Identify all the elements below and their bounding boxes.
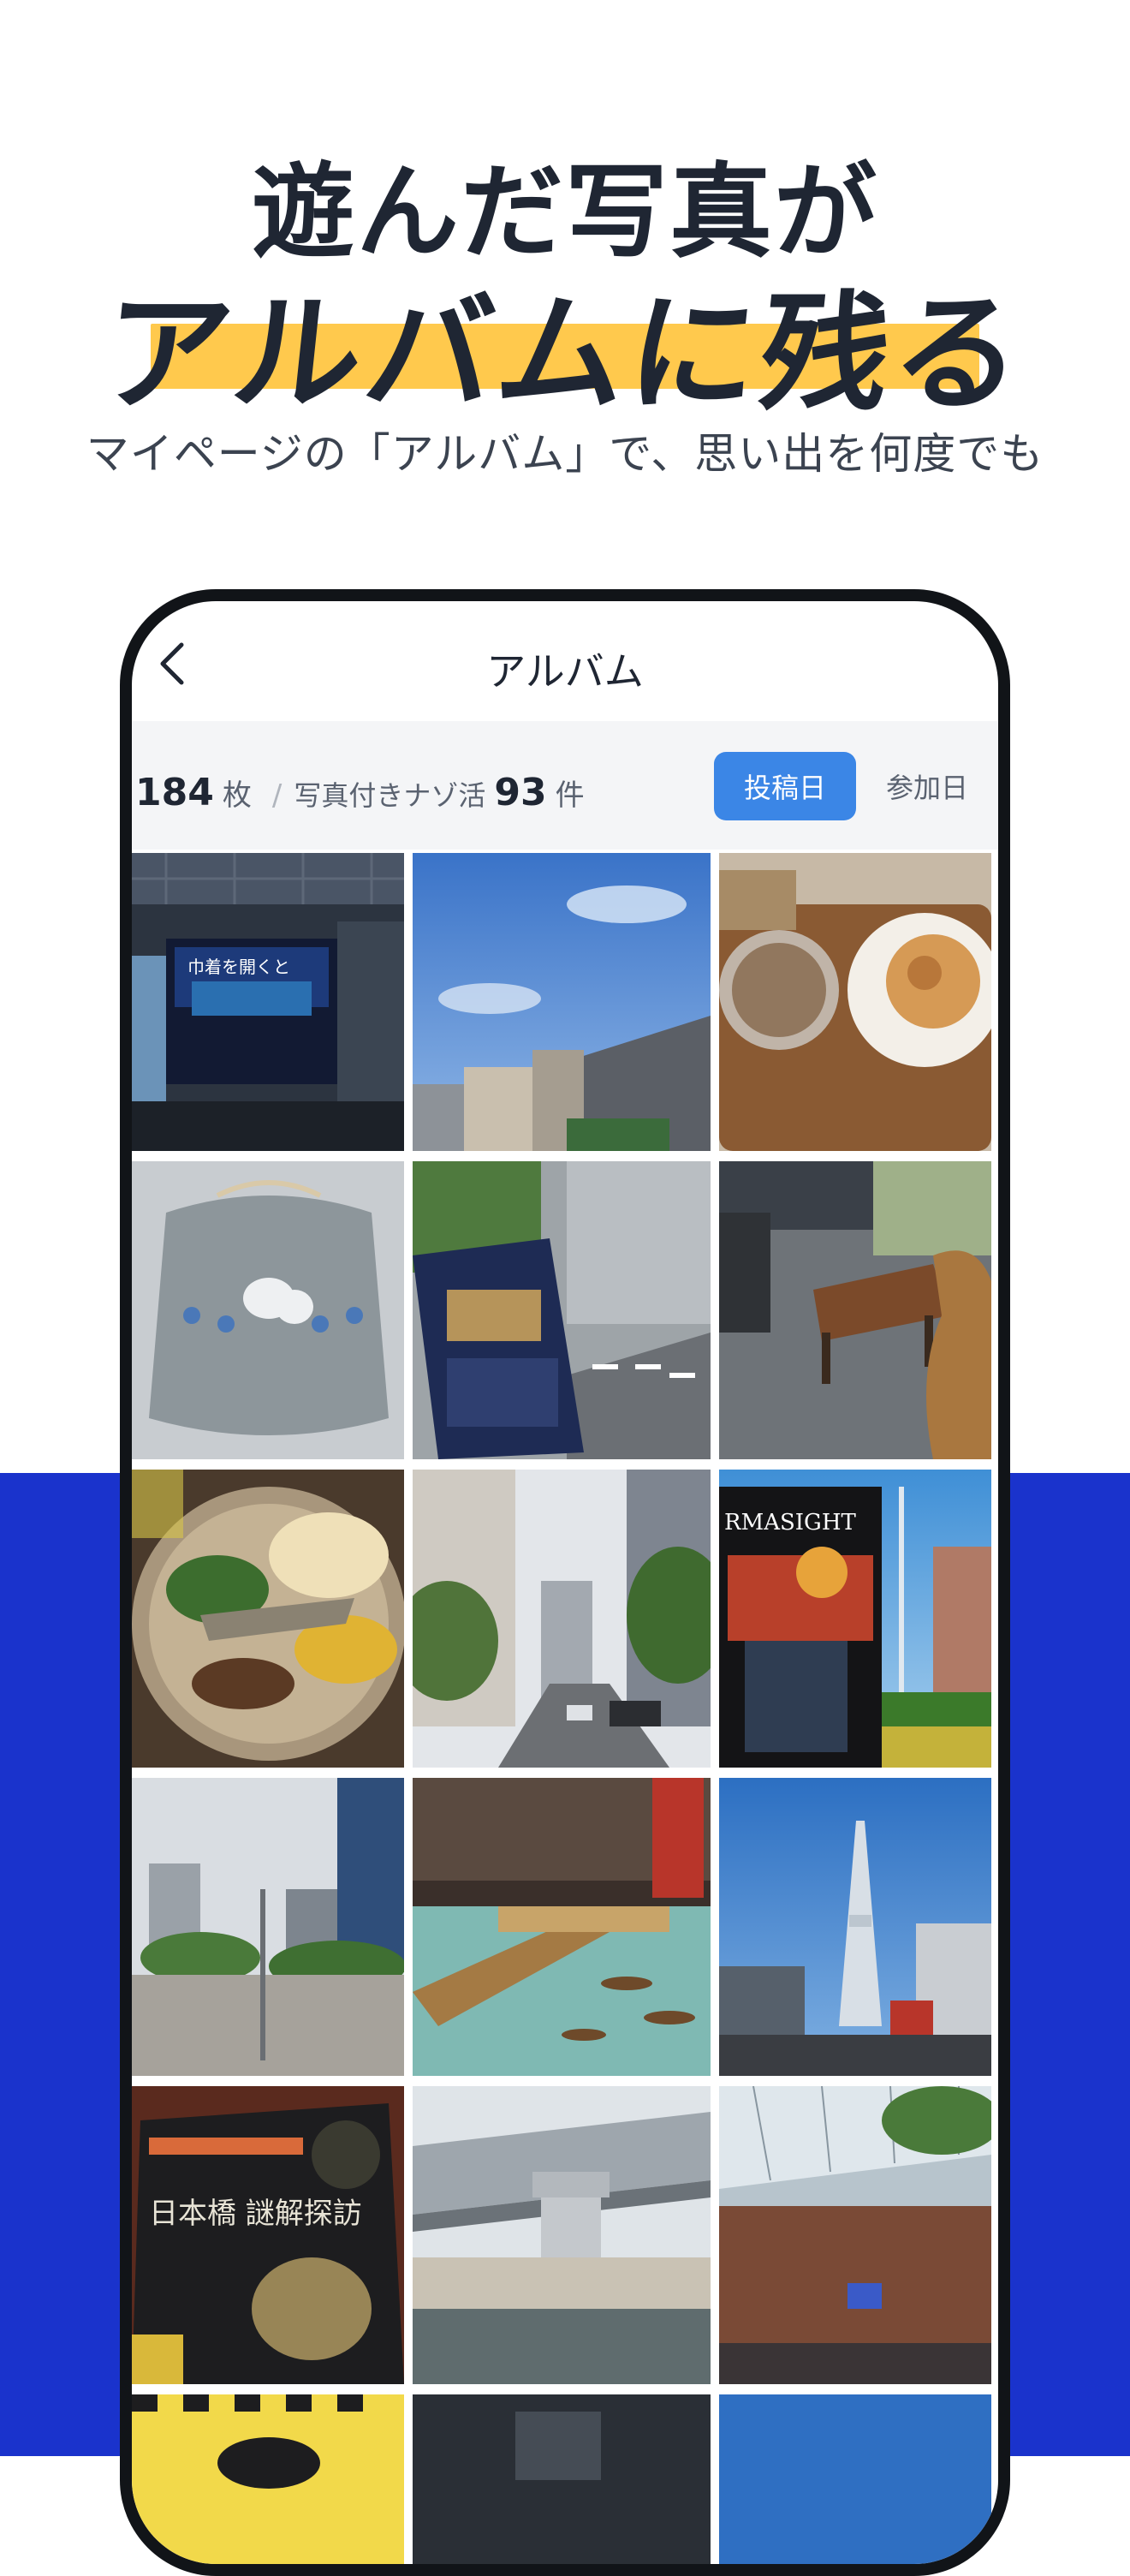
- photo-puzzle-booklet-street[interactable]: [413, 1161, 711, 1459]
- headline-line-2: アルバムに残る: [95, 280, 1032, 429]
- page-title: アルバム: [486, 648, 644, 695]
- photo-blue-sky-buildings[interactable]: [413, 853, 711, 1151]
- photo-museum-diorama-bridge[interactable]: [413, 1778, 711, 2076]
- poster-text: RMASIGHT: [724, 1510, 857, 1535]
- photo-shopping-arcade[interactable]: [719, 2086, 991, 2384]
- photo-highway-over-river[interactable]: [413, 2086, 711, 2384]
- photo-yellow-poster[interactable]: [132, 2394, 404, 2564]
- photo-museum-lobby-screen[interactable]: 巾着を開くと: [132, 853, 404, 1151]
- photo-curry-plate-fish[interactable]: [132, 1470, 404, 1768]
- photo-drawstring-bag[interactable]: [132, 1161, 404, 1459]
- photo-unit: 枚: [222, 778, 252, 813]
- photo-nihonbashi-booklet[interactable]: 日本橋 謎解探訪: [132, 2086, 404, 2384]
- mystery-count: 93: [494, 771, 547, 814]
- photo-plaza-buildings[interactable]: [132, 1778, 404, 2076]
- separator: /: [271, 778, 282, 813]
- mystery-unit: 件: [555, 778, 585, 813]
- sort-toggle: 投稿日 参加日: [714, 752, 998, 820]
- album-counts: 184 枚 / 写真付きナゾ活 93 件: [135, 771, 593, 814]
- phone-frame: アルバム 184 枚 / 写真付きナゾ活 93 件 投稿日 参加日 巾着を開くと…: [120, 589, 1010, 2576]
- photo-dark-building[interactable]: [413, 2394, 711, 2564]
- nav-bar: アルバム: [132, 601, 998, 721]
- mystery-label: 写真付きナゾ活: [294, 779, 486, 812]
- photo-poster-skytree[interactable]: RMASIGHT: [719, 1470, 991, 1768]
- photo-iced-coffee-cookie[interactable]: [719, 853, 991, 1151]
- photo-count: 184: [135, 771, 214, 814]
- photo-blue-sky-edge[interactable]: [719, 2394, 991, 2564]
- booklet-text: 日本橋 謎解探訪: [149, 2197, 362, 2231]
- sort-by-join-date[interactable]: 参加日: [856, 752, 998, 820]
- photo-bench-bronze-statue[interactable]: [719, 1161, 991, 1459]
- screen-text: 巾着を開くと: [187, 957, 290, 977]
- app-screen: アルバム 184 枚 / 写真付きナゾ活 93 件 投稿日 参加日 巾着を開くと…: [132, 601, 998, 2564]
- photo-city-street[interactable]: [413, 1470, 711, 1768]
- sort-by-post-date[interactable]: 投稿日: [714, 752, 856, 820]
- photo-skytree[interactable]: [719, 1778, 991, 2076]
- subtitle: マイページの「アルバム」で、思い出を何度でも: [86, 429, 1044, 479]
